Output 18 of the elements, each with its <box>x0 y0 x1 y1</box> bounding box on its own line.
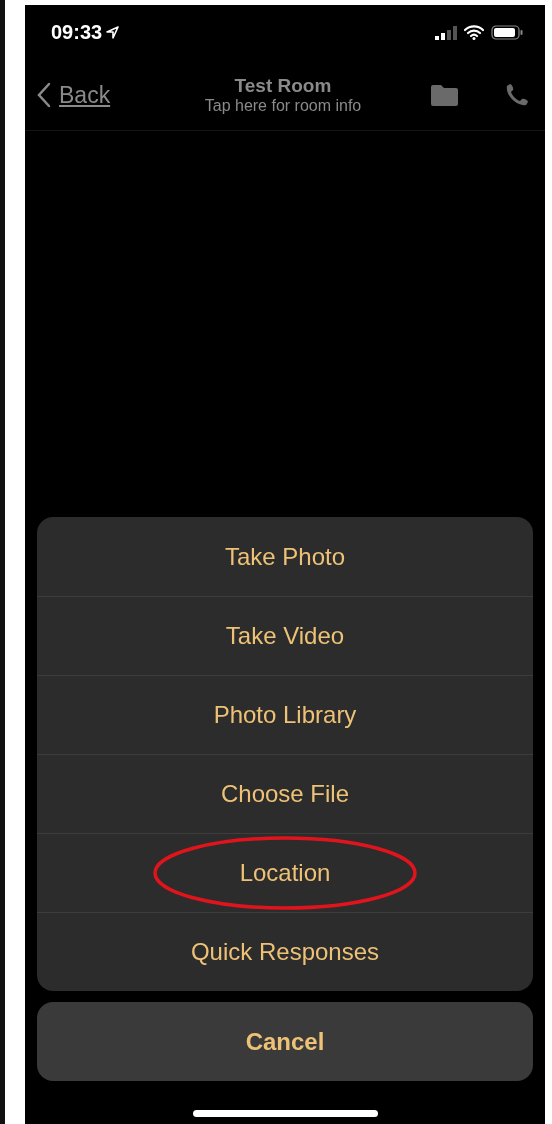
chevron-left-icon <box>37 82 51 108</box>
cancel-button[interactable]: Cancel <box>37 1002 533 1081</box>
back-button[interactable]: Back <box>37 81 187 109</box>
action-sheet-item[interactable]: Quick Responses <box>37 912 533 991</box>
battery-icon <box>491 25 523 40</box>
location-arrow-icon <box>106 26 120 39</box>
room-subtitle[interactable]: Tap here for room info <box>204 97 362 115</box>
status-time: 09:33 <box>51 21 103 44</box>
wifi-icon <box>464 25 484 40</box>
action-sheet-item[interactable]: Take Photo <box>37 517 533 596</box>
action-sheet-item[interactable]: Location <box>37 833 533 912</box>
room-title[interactable]: Test Room <box>234 75 332 97</box>
folder-icon[interactable] <box>430 83 459 107</box>
signal-icon <box>435 25 457 40</box>
action-sheet-item[interactable]: Take Video <box>37 596 533 675</box>
action-sheet-item[interactable]: Photo Library <box>37 675 533 754</box>
phone-icon[interactable] <box>505 83 529 107</box>
action-sheet-item[interactable]: Choose File <box>37 754 533 833</box>
